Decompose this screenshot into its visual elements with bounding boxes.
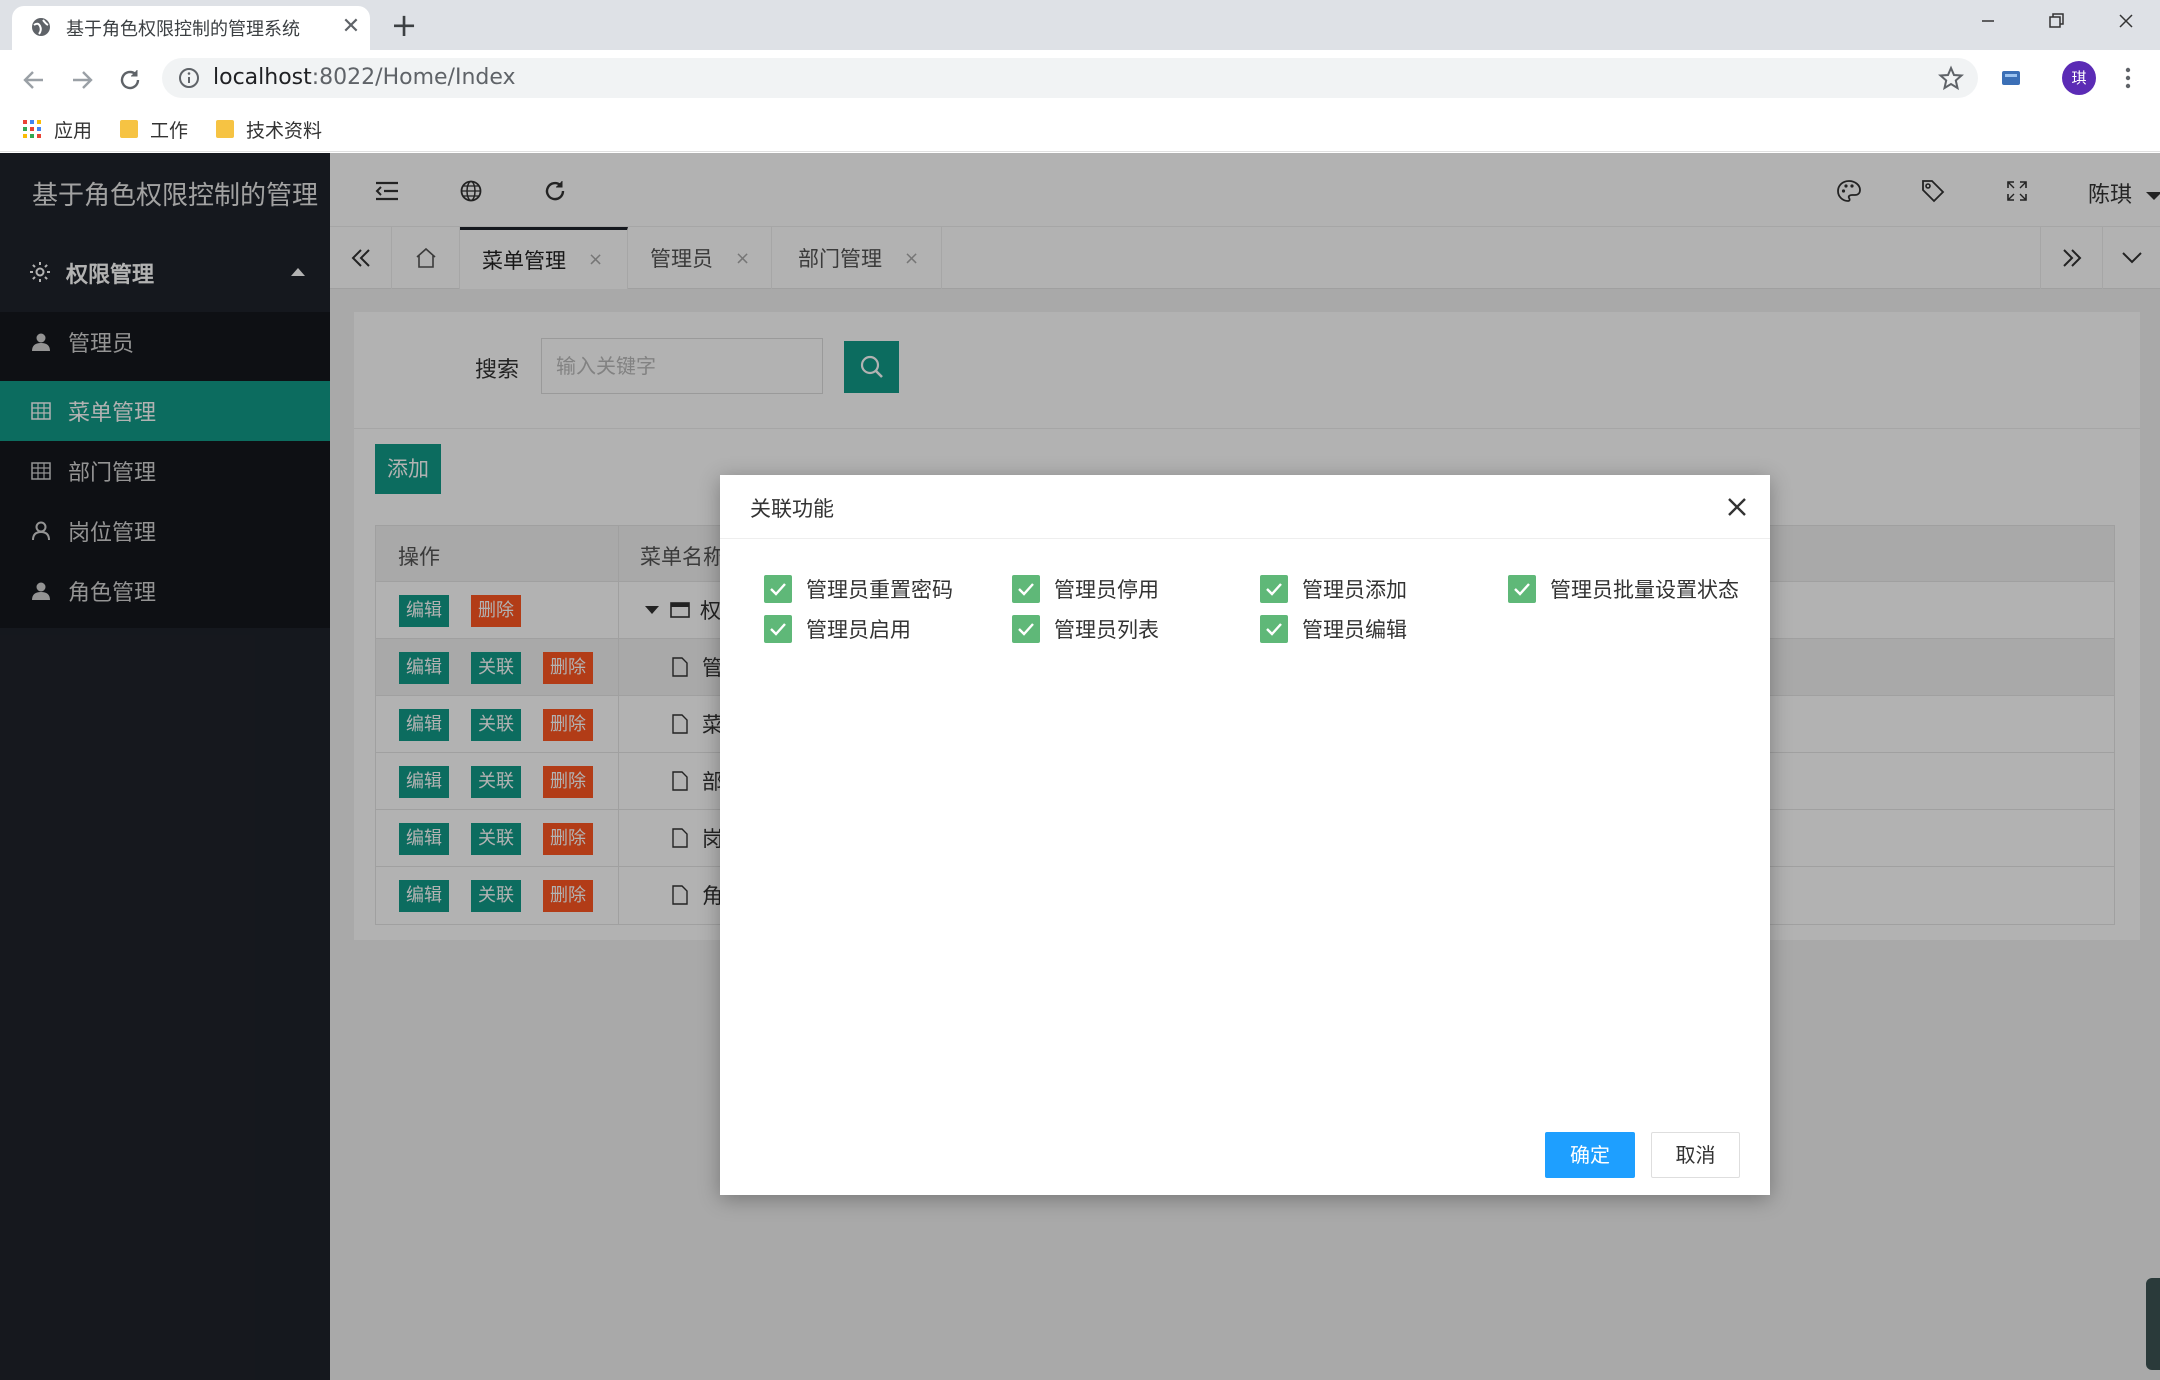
- side-widget[interactable]: [2146, 1278, 2160, 1370]
- checkbox-admin-edit[interactable]: 管理员编辑: [1260, 614, 1407, 644]
- info-icon[interactable]: [178, 67, 200, 89]
- checkbox-label: 管理员停用: [1054, 578, 1159, 602]
- folder-icon: [216, 120, 234, 138]
- checkbox-label: 管理员编辑: [1302, 618, 1407, 642]
- close-window-icon[interactable]: [2092, 0, 2160, 44]
- checkmark-icon[interactable]: [764, 575, 792, 603]
- checkbox-admin-enable[interactable]: 管理员启用: [764, 614, 911, 644]
- cancel-button[interactable]: 取消: [1651, 1132, 1740, 1178]
- checkbox-admin-disable[interactable]: 管理员停用: [1012, 574, 1159, 604]
- browser-tab-title: 基于角色权限控制的管理系统: [66, 19, 300, 40]
- close-icon[interactable]: [1720, 490, 1754, 524]
- url-path: :8022/Home/Index: [311, 65, 516, 90]
- url-host: localhost: [213, 65, 312, 90]
- folder-icon: [120, 120, 138, 138]
- checkmark-icon[interactable]: [764, 615, 792, 643]
- checkmark-icon[interactable]: [1012, 575, 1040, 603]
- bookmark-label: 应用: [54, 119, 93, 142]
- dialog-header: [720, 475, 1770, 539]
- profile-avatar[interactable]: 琪: [2062, 61, 2096, 95]
- extension-icon[interactable]: [1996, 63, 2026, 93]
- back-arrow-icon[interactable]: [14, 60, 54, 100]
- bookmark-work[interactable]: 工作: [120, 114, 188, 144]
- bookmark-label: 工作: [150, 119, 189, 142]
- bookmark-label: 技术资料: [246, 119, 323, 142]
- close-tab-icon[interactable]: ✕: [336, 12, 366, 42]
- restore-icon[interactable]: [2022, 0, 2090, 44]
- minimize-icon[interactable]: [1954, 0, 2022, 44]
- forward-arrow-icon[interactable]: [62, 60, 102, 100]
- dialog-title: 关联功能: [750, 497, 834, 521]
- checkbox-label: 管理员列表: [1054, 618, 1159, 642]
- checkbox-label: 管理员重置密码: [806, 578, 953, 602]
- globe-icon: [30, 16, 52, 38]
- bookmarks-bar: [0, 106, 2160, 152]
- checkmark-icon[interactable]: [1012, 615, 1040, 643]
- bookmark-tech[interactable]: 技术资料: [216, 114, 322, 144]
- checkbox-admin-list[interactable]: 管理员列表: [1012, 614, 1159, 644]
- bookmark-apps[interactable]: 应用: [22, 114, 92, 144]
- browser-tab[interactable]: 基于角色权限控制的管理系统 ✕: [12, 6, 370, 50]
- star-bookmark-icon[interactable]: [1938, 65, 1964, 91]
- confirm-button[interactable]: 确定: [1545, 1132, 1635, 1178]
- checkbox-admin-batch-status[interactable]: 管理员批量设置状态: [1508, 574, 1739, 604]
- new-tab-button[interactable]: +: [386, 8, 422, 44]
- checkbox-label: 管理员添加: [1302, 578, 1407, 602]
- checkmark-icon[interactable]: [1260, 575, 1288, 603]
- checkbox-admin-add[interactable]: 管理员添加: [1260, 574, 1407, 604]
- more-vert-icon[interactable]: [2116, 63, 2140, 93]
- checkmark-icon[interactable]: [1260, 615, 1288, 643]
- apps-grid-icon: [22, 119, 42, 139]
- checkmark-icon[interactable]: [1508, 575, 1536, 603]
- checkbox-admin-reset-password[interactable]: 管理员重置密码: [764, 574, 953, 604]
- checkbox-label: 管理员启用: [806, 618, 911, 642]
- url-text[interactable]: localhost:8022/Home/Index: [213, 65, 516, 90]
- reload-icon[interactable]: [110, 60, 150, 100]
- checkbox-label: 管理员批量设置状态: [1550, 578, 1739, 602]
